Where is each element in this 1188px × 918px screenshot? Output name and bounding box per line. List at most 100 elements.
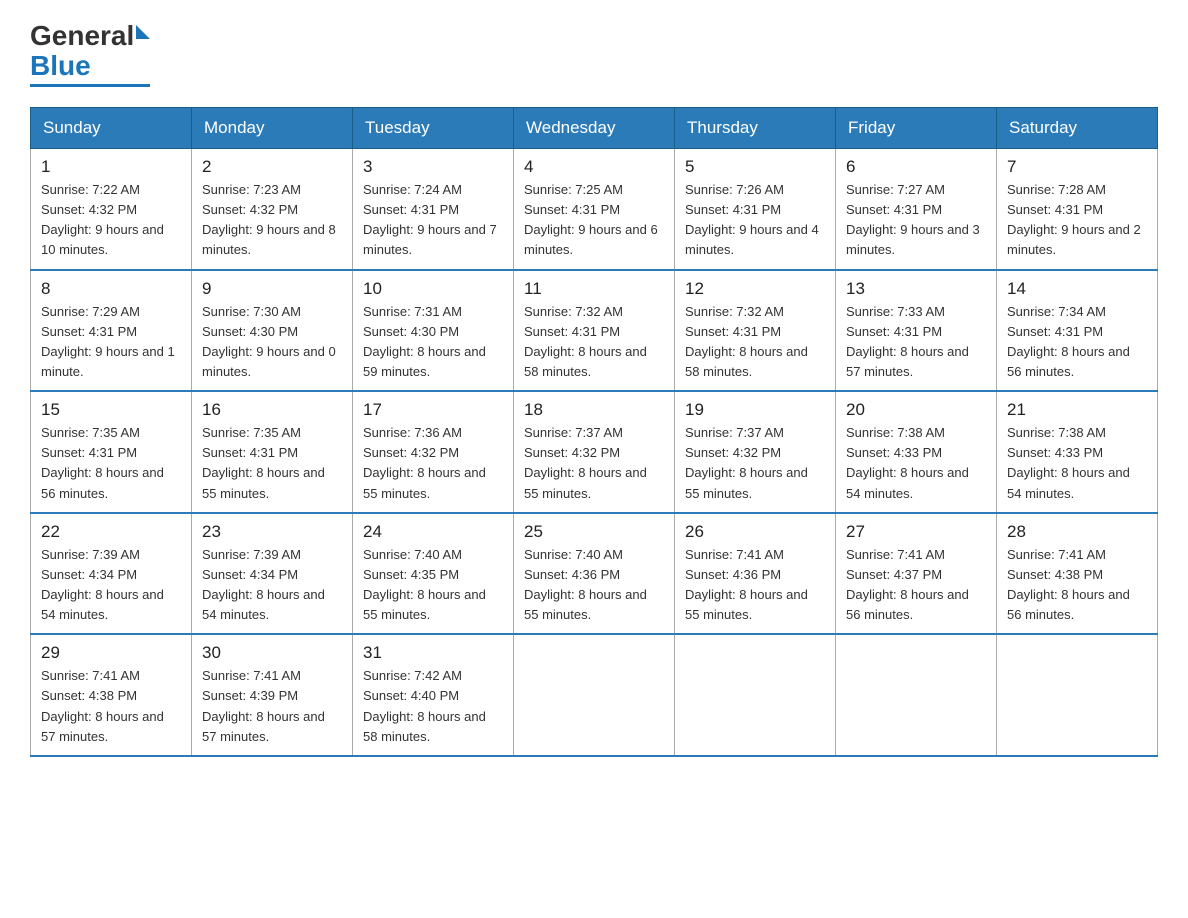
day-info: Sunrise: 7:29 AMSunset: 4:31 PMDaylight:…: [41, 302, 181, 383]
day-number: 24: [363, 522, 503, 542]
table-row: 19 Sunrise: 7:37 AMSunset: 4:32 PMDaylig…: [675, 391, 836, 513]
calendar-week-row: 22 Sunrise: 7:39 AMSunset: 4:34 PMDaylig…: [31, 513, 1158, 635]
day-info: Sunrise: 7:25 AMSunset: 4:31 PMDaylight:…: [524, 180, 664, 261]
table-row: [514, 634, 675, 756]
col-thursday: Thursday: [675, 108, 836, 149]
day-info: Sunrise: 7:26 AMSunset: 4:31 PMDaylight:…: [685, 180, 825, 261]
day-number: 14: [1007, 279, 1147, 299]
day-info: Sunrise: 7:41 AMSunset: 4:37 PMDaylight:…: [846, 545, 986, 626]
table-row: 23 Sunrise: 7:39 AMSunset: 4:34 PMDaylig…: [192, 513, 353, 635]
table-row: 31 Sunrise: 7:42 AMSunset: 4:40 PMDaylig…: [353, 634, 514, 756]
day-info: Sunrise: 7:37 AMSunset: 4:32 PMDaylight:…: [524, 423, 664, 504]
day-number: 25: [524, 522, 664, 542]
col-monday: Monday: [192, 108, 353, 149]
table-row: 24 Sunrise: 7:40 AMSunset: 4:35 PMDaylig…: [353, 513, 514, 635]
day-info: Sunrise: 7:40 AMSunset: 4:36 PMDaylight:…: [524, 545, 664, 626]
logo-blue-part: [134, 33, 150, 39]
calendar-week-row: 8 Sunrise: 7:29 AMSunset: 4:31 PMDayligh…: [31, 270, 1158, 392]
table-row: 11 Sunrise: 7:32 AMSunset: 4:31 PMDaylig…: [514, 270, 675, 392]
table-row: [997, 634, 1158, 756]
day-info: Sunrise: 7:34 AMSunset: 4:31 PMDaylight:…: [1007, 302, 1147, 383]
day-number: 20: [846, 400, 986, 420]
day-info: Sunrise: 7:41 AMSunset: 4:38 PMDaylight:…: [41, 666, 181, 747]
calendar-week-row: 29 Sunrise: 7:41 AMSunset: 4:38 PMDaylig…: [31, 634, 1158, 756]
header-row: Sunday Monday Tuesday Wednesday Thursday…: [31, 108, 1158, 149]
day-info: Sunrise: 7:27 AMSunset: 4:31 PMDaylight:…: [846, 180, 986, 261]
day-number: 30: [202, 643, 342, 663]
day-info: Sunrise: 7:38 AMSunset: 4:33 PMDaylight:…: [846, 423, 986, 504]
day-info: Sunrise: 7:33 AMSunset: 4:31 PMDaylight:…: [846, 302, 986, 383]
col-friday: Friday: [836, 108, 997, 149]
day-number: 23: [202, 522, 342, 542]
day-number: 27: [846, 522, 986, 542]
table-row: 3 Sunrise: 7:24 AMSunset: 4:31 PMDayligh…: [353, 149, 514, 270]
day-info: Sunrise: 7:32 AMSunset: 4:31 PMDaylight:…: [685, 302, 825, 383]
table-row: 17 Sunrise: 7:36 AMSunset: 4:32 PMDaylig…: [353, 391, 514, 513]
logo-blue-text: Blue: [30, 50, 91, 82]
day-number: 22: [41, 522, 181, 542]
day-number: 4: [524, 157, 664, 177]
table-row: 15 Sunrise: 7:35 AMSunset: 4:31 PMDaylig…: [31, 391, 192, 513]
day-number: 26: [685, 522, 825, 542]
table-row: 26 Sunrise: 7:41 AMSunset: 4:36 PMDaylig…: [675, 513, 836, 635]
day-info: Sunrise: 7:36 AMSunset: 4:32 PMDaylight:…: [363, 423, 503, 504]
table-row: 29 Sunrise: 7:41 AMSunset: 4:38 PMDaylig…: [31, 634, 192, 756]
table-row: 25 Sunrise: 7:40 AMSunset: 4:36 PMDaylig…: [514, 513, 675, 635]
table-row: 9 Sunrise: 7:30 AMSunset: 4:30 PMDayligh…: [192, 270, 353, 392]
day-number: 18: [524, 400, 664, 420]
table-row: 16 Sunrise: 7:35 AMSunset: 4:31 PMDaylig…: [192, 391, 353, 513]
day-number: 11: [524, 279, 664, 299]
day-info: Sunrise: 7:28 AMSunset: 4:31 PMDaylight:…: [1007, 180, 1147, 261]
day-number: 31: [363, 643, 503, 663]
day-number: 17: [363, 400, 503, 420]
day-number: 6: [846, 157, 986, 177]
day-info: Sunrise: 7:30 AMSunset: 4:30 PMDaylight:…: [202, 302, 342, 383]
table-row: 8 Sunrise: 7:29 AMSunset: 4:31 PMDayligh…: [31, 270, 192, 392]
day-number: 29: [41, 643, 181, 663]
table-row: 22 Sunrise: 7:39 AMSunset: 4:34 PMDaylig…: [31, 513, 192, 635]
table-row: 13 Sunrise: 7:33 AMSunset: 4:31 PMDaylig…: [836, 270, 997, 392]
table-row: 28 Sunrise: 7:41 AMSunset: 4:38 PMDaylig…: [997, 513, 1158, 635]
logo-arrow-icon: [136, 25, 150, 39]
day-number: 7: [1007, 157, 1147, 177]
logo: General Blue: [30, 20, 150, 87]
day-number: 8: [41, 279, 181, 299]
day-info: Sunrise: 7:22 AMSunset: 4:32 PMDaylight:…: [41, 180, 181, 261]
day-info: Sunrise: 7:41 AMSunset: 4:38 PMDaylight:…: [1007, 545, 1147, 626]
col-sunday: Sunday: [31, 108, 192, 149]
day-number: 21: [1007, 400, 1147, 420]
col-saturday: Saturday: [997, 108, 1158, 149]
day-number: 9: [202, 279, 342, 299]
day-number: 2: [202, 157, 342, 177]
day-info: Sunrise: 7:35 AMSunset: 4:31 PMDaylight:…: [202, 423, 342, 504]
table-row: 4 Sunrise: 7:25 AMSunset: 4:31 PMDayligh…: [514, 149, 675, 270]
day-number: 1: [41, 157, 181, 177]
day-info: Sunrise: 7:39 AMSunset: 4:34 PMDaylight:…: [41, 545, 181, 626]
calendar-table: Sunday Monday Tuesday Wednesday Thursday…: [30, 107, 1158, 757]
day-number: 16: [202, 400, 342, 420]
day-number: 15: [41, 400, 181, 420]
table-row: [675, 634, 836, 756]
day-number: 19: [685, 400, 825, 420]
day-number: 12: [685, 279, 825, 299]
calendar-week-row: 15 Sunrise: 7:35 AMSunset: 4:31 PMDaylig…: [31, 391, 1158, 513]
table-row: 5 Sunrise: 7:26 AMSunset: 4:31 PMDayligh…: [675, 149, 836, 270]
day-number: 13: [846, 279, 986, 299]
table-row: 18 Sunrise: 7:37 AMSunset: 4:32 PMDaylig…: [514, 391, 675, 513]
table-row: 6 Sunrise: 7:27 AMSunset: 4:31 PMDayligh…: [836, 149, 997, 270]
day-number: 10: [363, 279, 503, 299]
day-info: Sunrise: 7:41 AMSunset: 4:36 PMDaylight:…: [685, 545, 825, 626]
table-row: [836, 634, 997, 756]
header: General Blue: [30, 20, 1158, 87]
day-number: 28: [1007, 522, 1147, 542]
table-row: 12 Sunrise: 7:32 AMSunset: 4:31 PMDaylig…: [675, 270, 836, 392]
day-info: Sunrise: 7:42 AMSunset: 4:40 PMDaylight:…: [363, 666, 503, 747]
logo-underline: [30, 84, 150, 87]
day-info: Sunrise: 7:41 AMSunset: 4:39 PMDaylight:…: [202, 666, 342, 747]
day-info: Sunrise: 7:40 AMSunset: 4:35 PMDaylight:…: [363, 545, 503, 626]
table-row: 30 Sunrise: 7:41 AMSunset: 4:39 PMDaylig…: [192, 634, 353, 756]
col-wednesday: Wednesday: [514, 108, 675, 149]
table-row: 14 Sunrise: 7:34 AMSunset: 4:31 PMDaylig…: [997, 270, 1158, 392]
calendar-week-row: 1 Sunrise: 7:22 AMSunset: 4:32 PMDayligh…: [31, 149, 1158, 270]
day-info: Sunrise: 7:32 AMSunset: 4:31 PMDaylight:…: [524, 302, 664, 383]
